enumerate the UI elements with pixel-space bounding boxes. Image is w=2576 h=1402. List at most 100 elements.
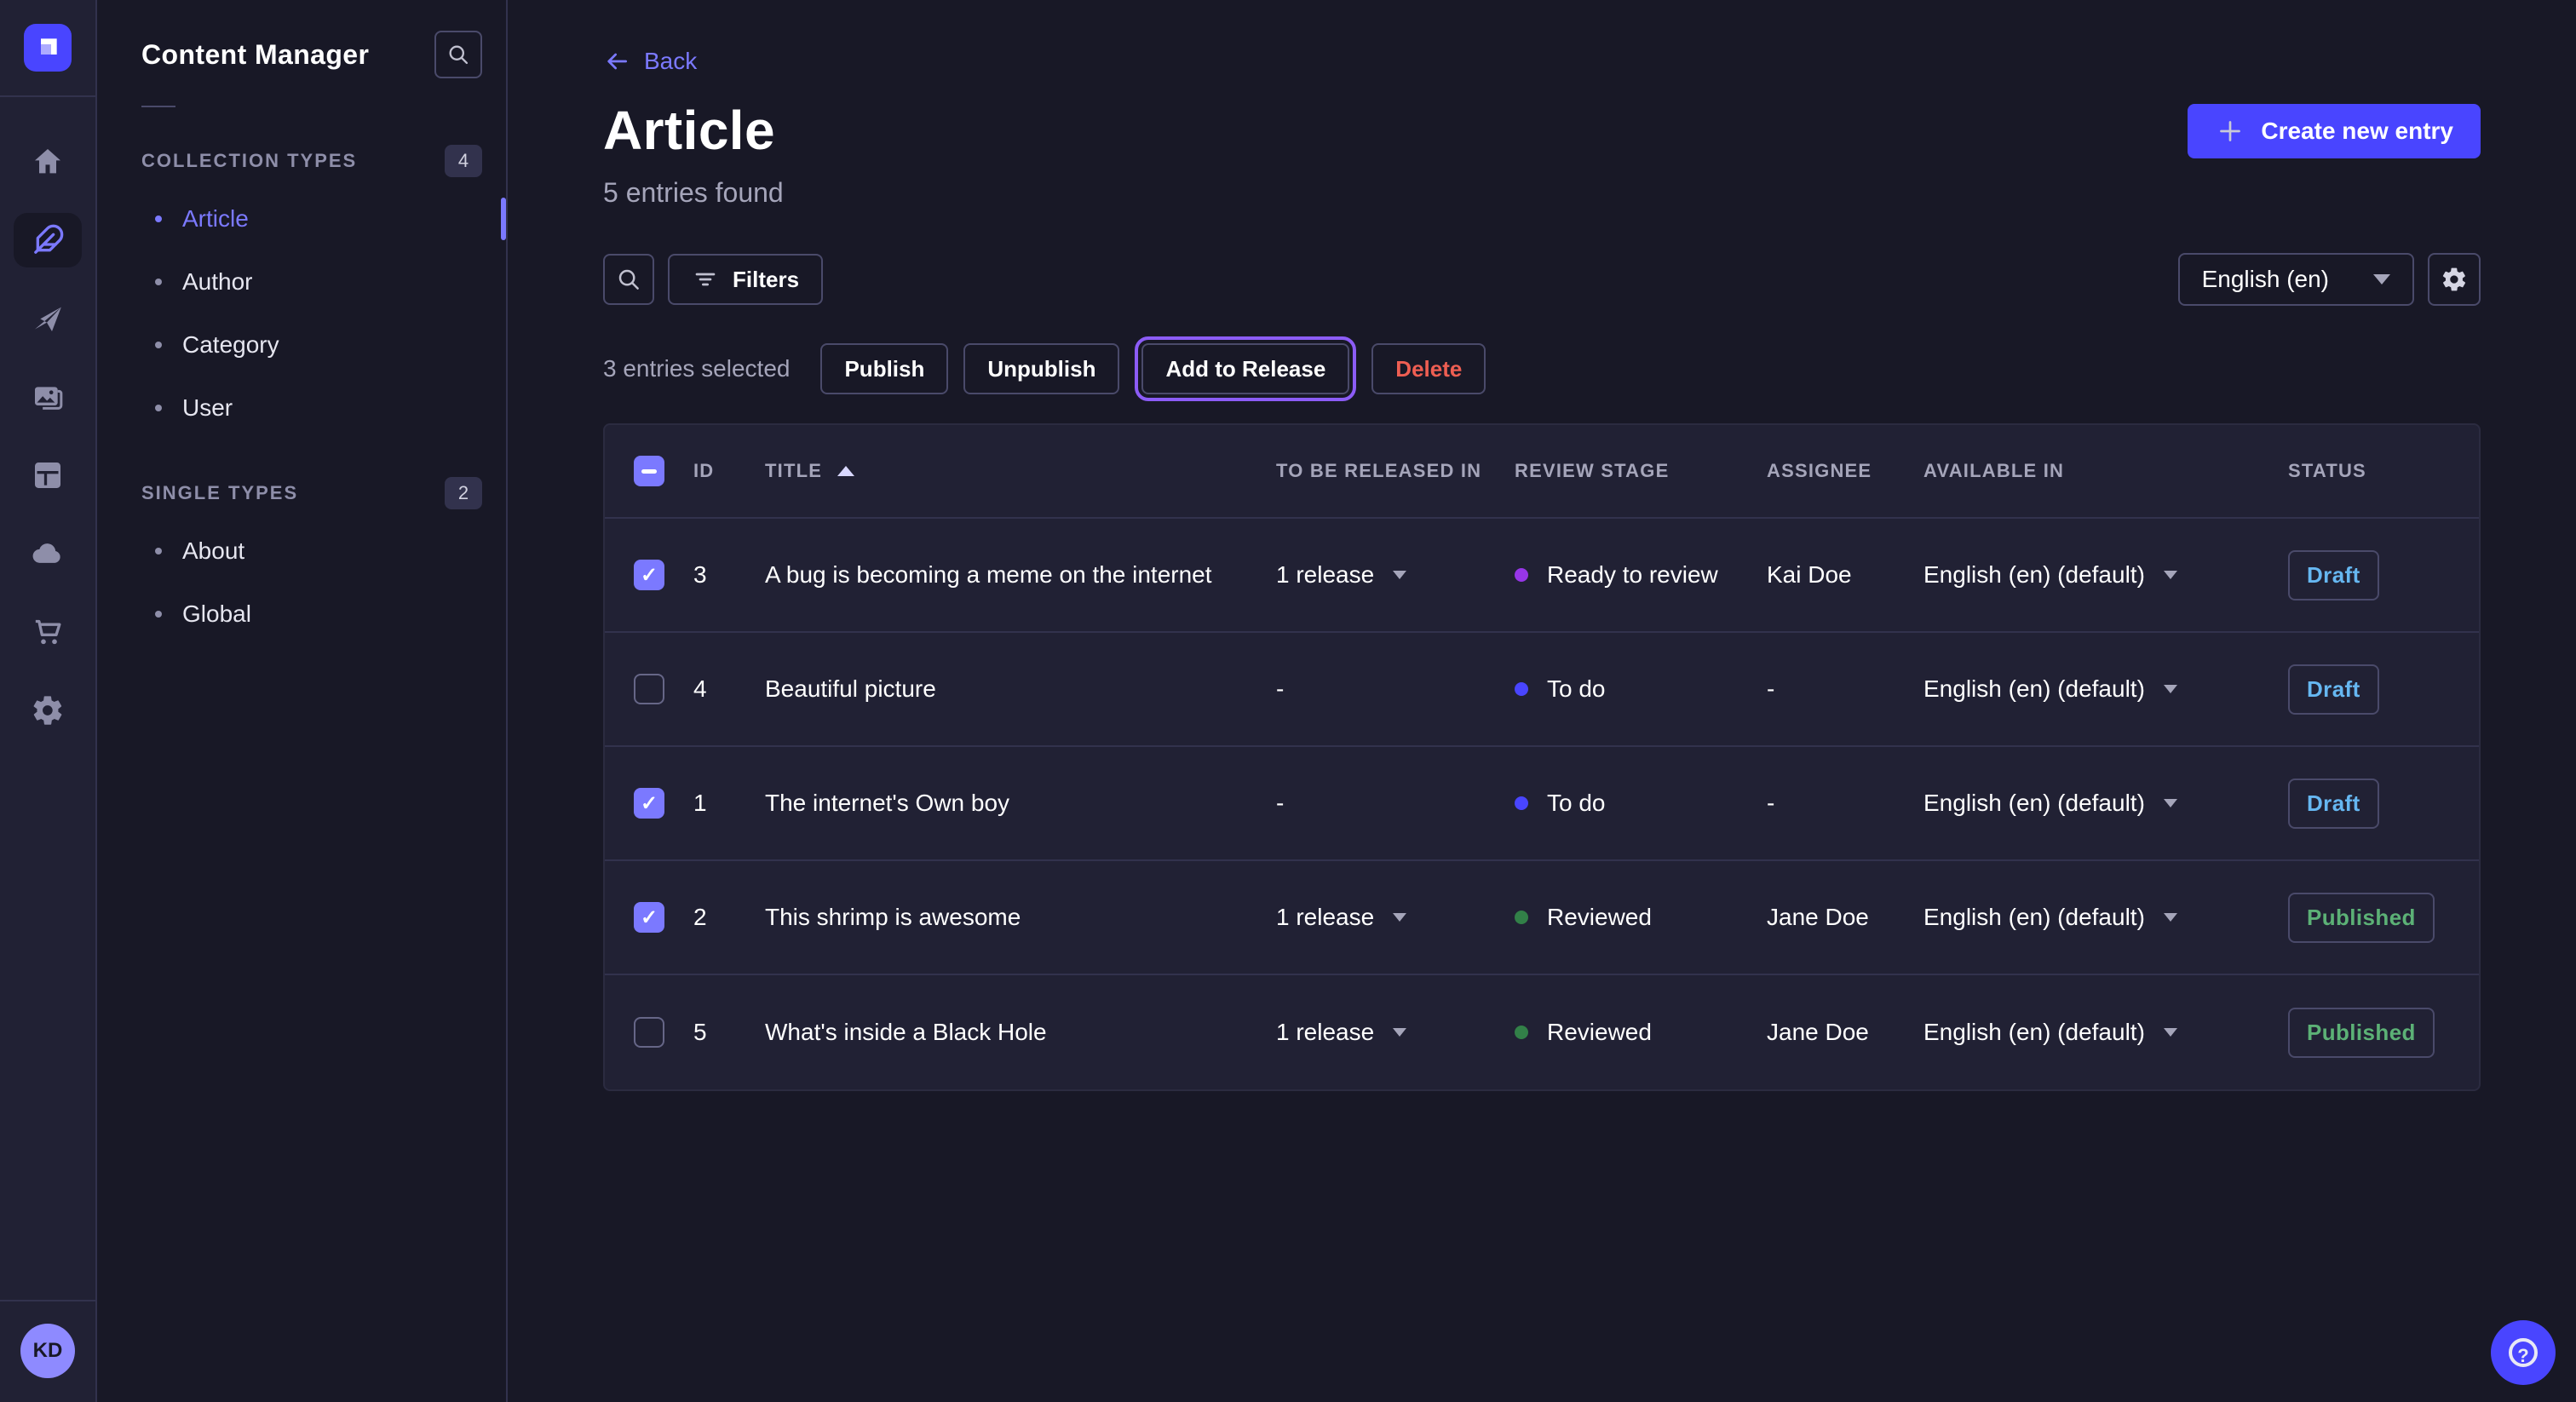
- status-badge: Draft: [2288, 779, 2379, 829]
- nav-deploy[interactable]: [14, 526, 82, 581]
- status-badge: Draft: [2288, 550, 2379, 600]
- help-button[interactable]: ?: [2491, 1320, 2556, 1385]
- cell-title: What's inside a Black Hole: [765, 1019, 1276, 1046]
- cell-assignee: -: [1767, 675, 1923, 703]
- layout-icon: [31, 458, 65, 492]
- collection-types-count-badge: 4: [445, 145, 482, 177]
- row-checkbox[interactable]: [634, 674, 664, 704]
- cell-assignee: Kai Doe: [1767, 561, 1923, 589]
- page-title: Article: [603, 99, 784, 162]
- stage-dot-icon: [1515, 682, 1528, 696]
- bullet-icon: [155, 611, 162, 618]
- sidebar-item-author[interactable]: Author: [97, 250, 506, 313]
- chevron-down-icon: [2164, 1028, 2177, 1037]
- row-checkbox[interactable]: [634, 788, 664, 819]
- chevron-down-icon: [1393, 571, 1406, 579]
- cell-review-stage: To do: [1515, 790, 1767, 817]
- column-header-status: STATUS: [2288, 460, 2479, 482]
- cell-id: 3: [693, 561, 765, 589]
- filters-button[interactable]: Filters: [668, 254, 823, 305]
- nav-home[interactable]: [14, 135, 82, 189]
- main-nav-rail: KD: [0, 0, 97, 1402]
- sidebar-item-about[interactable]: About: [97, 520, 506, 583]
- publish-button[interactable]: Publish: [820, 343, 948, 394]
- gear-icon: [31, 693, 65, 727]
- back-link[interactable]: Back: [603, 48, 697, 75]
- cell-locale-dropdown[interactable]: English (en) (default): [1923, 1019, 2288, 1046]
- sidebar-item-article[interactable]: Article: [97, 187, 506, 250]
- cell-title: The internet's Own boy: [765, 790, 1276, 817]
- nav-marketplace[interactable]: [14, 605, 82, 659]
- unpublish-button[interactable]: Unpublish: [963, 343, 1119, 394]
- nav-releases[interactable]: [14, 291, 82, 346]
- plus-icon: [2215, 116, 2245, 147]
- cell-id: 5: [693, 1019, 765, 1046]
- sidebar-item-global[interactable]: Global: [97, 583, 506, 646]
- column-header-title[interactable]: TITLE: [765, 460, 1276, 482]
- sidebar-item-user[interactable]: User: [97, 376, 506, 440]
- cell-title: This shrimp is awesome: [765, 904, 1276, 931]
- sidebar-item-label: Author: [182, 268, 253, 296]
- cell-locale-dropdown[interactable]: English (en) (default): [1923, 904, 2288, 931]
- row-checkbox[interactable]: [634, 560, 664, 590]
- cell-released-dropdown[interactable]: 1 release: [1276, 904, 1515, 931]
- table-row[interactable]: 2 This shrimp is awesome 1 release Revie…: [605, 861, 2479, 975]
- stage-dot-icon: [1515, 911, 1528, 924]
- nav-media-library[interactable]: [14, 370, 82, 424]
- sidebar-item-label: Article: [182, 205, 249, 233]
- table-row[interactable]: 5 What's inside a Black Hole 1 release R…: [605, 975, 2479, 1089]
- sidebar-item-label: Global: [182, 600, 251, 628]
- entries-table: ID TITLE TO BE RELEASED IN REVIEW STAGE …: [603, 423, 2481, 1091]
- chevron-down-icon: [1393, 913, 1406, 922]
- status-badge: Draft: [2288, 664, 2379, 715]
- cell-id: 4: [693, 675, 765, 703]
- sidebar-search-button[interactable]: [434, 31, 482, 78]
- home-icon: [31, 145, 65, 179]
- delete-button[interactable]: Delete: [1371, 343, 1486, 394]
- create-new-entry-button[interactable]: Create new entry: [2188, 104, 2481, 158]
- cell-released-dropdown[interactable]: 1 release: [1276, 561, 1515, 589]
- cell-title: A bug is becoming a meme on the internet: [765, 561, 1276, 589]
- locale-select[interactable]: English (en): [2178, 253, 2414, 306]
- table-row[interactable]: 1 The internet's Own boy - To do - Engli…: [605, 747, 2479, 861]
- cell-locale-dropdown[interactable]: English (en) (default): [1923, 790, 2288, 817]
- user-avatar[interactable]: KD: [20, 1324, 75, 1378]
- search-icon: [616, 267, 641, 292]
- column-header-available-in: AVAILABLE IN: [1923, 460, 2288, 482]
- nav-content-manager[interactable]: [14, 213, 82, 267]
- nav-content-type-builder[interactable]: [14, 448, 82, 503]
- cell-assignee: Jane Doe: [1767, 904, 1923, 931]
- strapi-logo[interactable]: [24, 24, 72, 72]
- row-checkbox[interactable]: [634, 902, 664, 933]
- cell-released-dropdown[interactable]: 1 release: [1276, 1019, 1515, 1046]
- table-row[interactable]: 4 Beautiful picture - To do - English (e…: [605, 633, 2479, 747]
- add-to-release-button[interactable]: Add to Release: [1141, 343, 1349, 394]
- sidebar-item-category[interactable]: Category: [97, 313, 506, 376]
- nav-settings[interactable]: [14, 683, 82, 738]
- active-indicator-bar: [501, 198, 506, 240]
- column-header-assignee: ASSIGNEE: [1767, 460, 1923, 482]
- view-settings-button[interactable]: [2428, 253, 2481, 306]
- cell-locale-dropdown[interactable]: English (en) (default): [1923, 675, 2288, 703]
- table-row[interactable]: 3 A bug is becoming a meme on the intern…: [605, 519, 2479, 633]
- row-checkbox[interactable]: [634, 1017, 664, 1048]
- list-search-button[interactable]: [603, 254, 654, 305]
- cell-title: Beautiful picture: [765, 675, 1276, 703]
- bullet-icon: [155, 342, 162, 348]
- cell-assignee: -: [1767, 790, 1923, 817]
- bullet-icon: [155, 215, 162, 222]
- chevron-down-icon: [2164, 685, 2177, 693]
- sidebar-divider: [141, 106, 175, 107]
- select-all-checkbox[interactable]: [634, 456, 664, 486]
- chevron-down-icon: [2164, 799, 2177, 807]
- entries-count: 5 entries found: [603, 177, 784, 209]
- stage-dot-icon: [1515, 796, 1528, 810]
- cloud-icon: [31, 537, 65, 571]
- bullet-icon: [155, 548, 162, 554]
- column-header-released: TO BE RELEASED IN: [1276, 460, 1515, 482]
- sidebar-item-label: Category: [182, 331, 279, 359]
- cell-locale-dropdown[interactable]: English (en) (default): [1923, 561, 2288, 589]
- feather-icon: [31, 223, 65, 257]
- status-badge: Published: [2288, 1008, 2435, 1058]
- cart-icon: [31, 615, 65, 649]
